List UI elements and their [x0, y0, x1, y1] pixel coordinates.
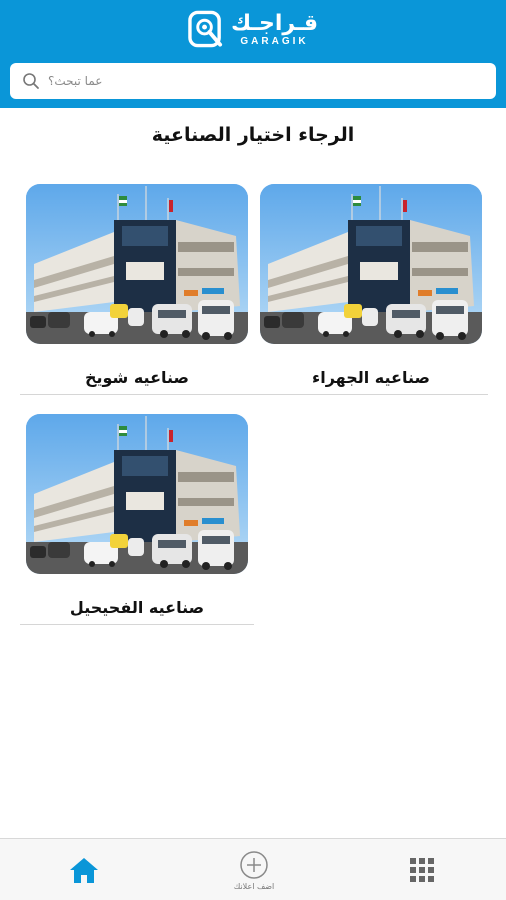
page-title: الرجاء اختيار الصناعية — [151, 124, 355, 146]
area-photo[interactable] — [260, 184, 482, 344]
app-header: قـراجـك GARAGIK عما تبحث؟ — [0, 0, 506, 108]
area-card-shuwaikh[interactable]: صناعيه شويخ — [20, 184, 254, 396]
app-logo: قـراجـك GARAGIK — [188, 8, 318, 52]
industrial-building-photo — [26, 184, 248, 344]
nav-add-label: اضف اعلانك — [233, 881, 275, 891]
grid-menu-icon — [410, 858, 434, 882]
wrench-pin-logo-icon — [188, 10, 223, 48]
divider — [254, 394, 488, 395]
search-icon — [23, 73, 39, 89]
bottom-nav: اضف اعلانك — [0, 838, 506, 900]
area-card-jahra[interactable]: صناعيه الجهراء — [254, 184, 488, 396]
area-label[interactable]: صناعيه شويخ — [20, 368, 254, 387]
area-photo[interactable] — [26, 414, 248, 574]
search-placeholder: عما تبحث؟ — [48, 74, 103, 88]
area-photo[interactable] — [26, 184, 248, 344]
nav-home-button[interactable] — [54, 839, 114, 900]
area-label[interactable]: صناعيه الفحيحيل — [20, 598, 254, 617]
area-label[interactable]: صناعيه الجهراء — [254, 368, 488, 387]
industrial-building-photo — [26, 414, 248, 574]
area-card-fahaheel[interactable]: صناعيه الفحيحيل — [20, 414, 254, 626]
home-icon — [70, 858, 98, 883]
logo-english-text: GARAGIK — [240, 36, 309, 47]
industrial-building-photo — [260, 184, 482, 344]
divider — [20, 624, 254, 625]
nav-menu-button[interactable] — [392, 839, 452, 900]
nav-add-listing-button[interactable]: اضف اعلانك — [214, 839, 294, 900]
divider — [20, 394, 254, 395]
plus-circle-icon — [240, 850, 268, 879]
logo-arabic-text: قـراجـك — [230, 11, 318, 36]
search-input[interactable]: عما تبحث؟ — [10, 63, 496, 99]
